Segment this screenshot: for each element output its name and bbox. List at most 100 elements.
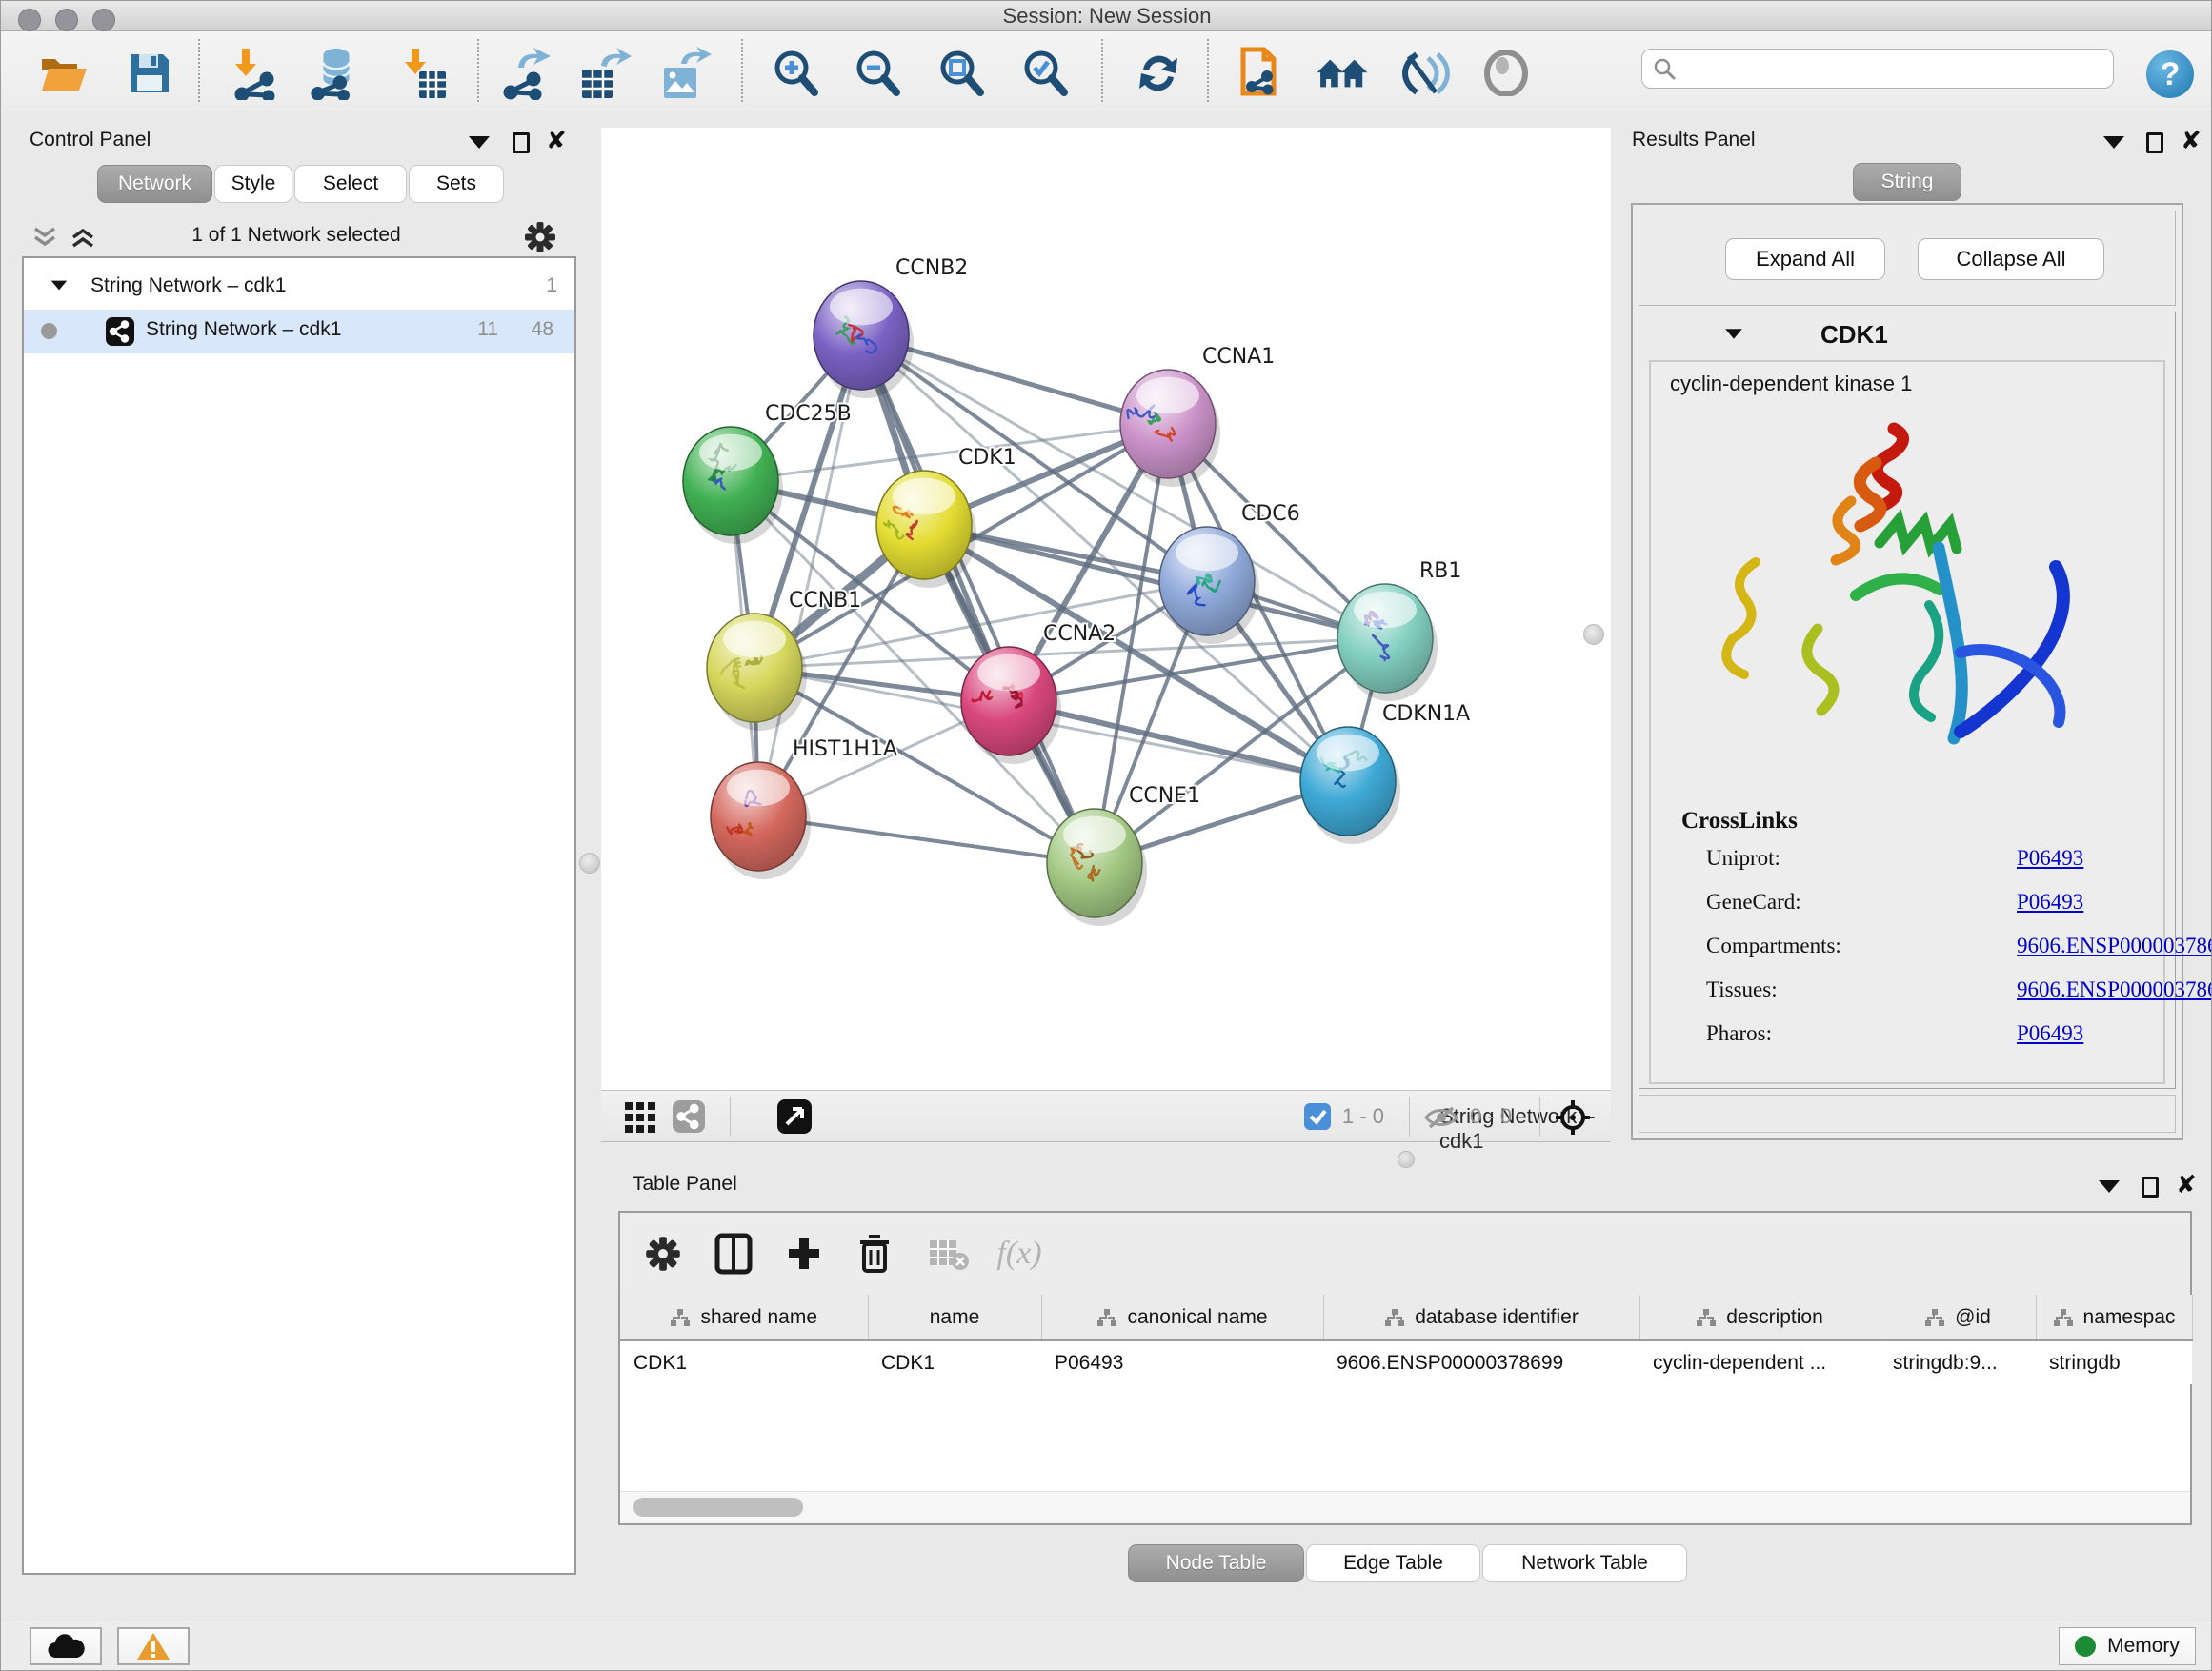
hidden-eye-icon[interactable] [1422, 1104, 1460, 1131]
table-settings-button[interactable] [637, 1228, 689, 1279]
gene-expander-icon[interactable] [1725, 329, 1742, 338]
tab-style[interactable]: Style [214, 165, 292, 203]
double-home-icon [1316, 51, 1369, 95]
results-panel-menu-icon[interactable] [2103, 136, 2124, 149]
export-table-button[interactable] [578, 47, 632, 100]
clone-network-button[interactable] [1234, 47, 1287, 100]
cloud-status-button[interactable] [30, 1627, 102, 1665]
fit-selected-crosshair-icon[interactable] [1554, 1098, 1592, 1137]
warnings-button[interactable] [117, 1627, 190, 1665]
column-header[interactable]: database identifier [1323, 1295, 1639, 1340]
crosslink-label: Compartments: [1706, 934, 1841, 957]
import-network-from-file-button[interactable] [228, 47, 281, 100]
network-row-selected[interactable]: String Network – cdk1 11 48 [24, 310, 574, 353]
hide-glasses-button[interactable] [1399, 47, 1453, 100]
gene-entry-body: cyclin-dependent kinase 1 [1649, 360, 2165, 1084]
export-network-button[interactable] [498, 47, 552, 100]
column-scope-icon [1384, 1308, 1405, 1327]
column-header[interactable]: shared name [620, 1295, 868, 1340]
table-panel-close-icon[interactable]: ✘ [2176, 1175, 2197, 1196]
control-panel-close-icon[interactable]: ✘ [546, 131, 567, 151]
grid-view-icon[interactable] [625, 1102, 657, 1133]
selected-node-edge-count: 1 - 0 [1342, 1104, 1384, 1129]
tab-sets[interactable]: Sets [409, 165, 504, 203]
column-header[interactable]: description [1639, 1295, 1880, 1340]
export-image-button[interactable] [658, 47, 712, 100]
column-header[interactable]: name [868, 1295, 1041, 1340]
column-header[interactable]: @id [1880, 1295, 2036, 1340]
control-panel-float-icon[interactable] [513, 132, 530, 153]
import-table-icon [400, 47, 448, 100]
crosslink-link[interactable]: 9606.ENSP00000378699 [2017, 934, 2212, 958]
table-header-row: shared name name canonical name database… [620, 1295, 2192, 1340]
delete-column-button[interactable] [849, 1228, 900, 1279]
zoom-selected-button[interactable] [1018, 47, 1072, 100]
memory-status-button[interactable]: Memory [2059, 1627, 2196, 1665]
zoom-in-button[interactable] [769, 47, 822, 100]
network-list: String Network – cdk1 1 String Network –… [22, 256, 576, 1575]
show-columns-button[interactable] [708, 1228, 759, 1279]
network-edge[interactable] [861, 335, 1095, 863]
refresh-button[interactable] [1132, 47, 1185, 100]
zoom-out-button[interactable] [851, 47, 904, 100]
crosslink-link[interactable]: P06493 [2017, 1021, 2083, 1046]
collapse-all-button[interactable]: Collapse All [1918, 238, 2104, 280]
results-panel-float-icon[interactable] [2146, 132, 2163, 153]
tab-select[interactable]: Select [294, 165, 407, 203]
expand-all-button[interactable]: Expand All [1725, 238, 1885, 280]
tab-string[interactable]: String [1853, 163, 1961, 201]
open-session-button[interactable] [37, 47, 90, 100]
zoom-fit-button[interactable] [935, 47, 988, 100]
column-header[interactable]: canonical name [1041, 1295, 1323, 1340]
network-collection-row[interactable]: String Network – cdk1 1 [24, 266, 574, 310]
table-panel-menu-icon[interactable] [2099, 1180, 2120, 1193]
tab-node-table[interactable]: Node Table [1128, 1544, 1304, 1582]
birds-eye-view-icon[interactable] [777, 1099, 812, 1134]
right-splitter-handle[interactable] [1583, 624, 1604, 645]
gear-icon[interactable] [523, 220, 557, 254]
control-panel-menu-icon[interactable] [469, 136, 490, 149]
window-title: Session: New Session [1, 4, 2212, 29]
tab-network-table[interactable]: Network Table [1482, 1544, 1687, 1582]
scrollbar-thumb[interactable] [633, 1498, 803, 1517]
node-gloss [1317, 735, 1379, 772]
table-row[interactable]: CDK1 CDK1 P06493 9606.ENSP00000378699 cy… [620, 1340, 2192, 1384]
create-column-button[interactable] [778, 1228, 830, 1279]
crosslink-link[interactable]: P06493 [2017, 890, 2083, 915]
warning-icon [136, 1631, 171, 1661]
crosslink-link[interactable]: P06493 [2017, 846, 2083, 871]
table-panel-float-icon[interactable] [2142, 1177, 2159, 1198]
crosslink-link[interactable]: 9606.ENSP00000378699 [2017, 977, 2212, 1002]
column-header[interactable]: namespac [2036, 1295, 2192, 1340]
collection-expander-icon[interactable] [51, 281, 68, 291]
gear-icon [644, 1235, 682, 1273]
gene-description: cyclin-dependent kinase 1 [1670, 372, 1912, 396]
search-field[interactable] [1641, 49, 2114, 89]
node-table: shared name name canonical name database… [620, 1295, 2193, 1384]
node-gloss [893, 478, 955, 515]
left-splitter-handle[interactable] [579, 853, 600, 874]
table-horizontal-scrollbar[interactable] [620, 1491, 2190, 1523]
import-table-from-file-button[interactable] [397, 47, 451, 100]
network-graph[interactable]: CCNB2CCNA1CDC25BCDK1CDC6RB1CCNB1CCNA2CDK… [601, 128, 1611, 1090]
selected-checkbox-icon[interactable] [1304, 1103, 1331, 1130]
results-panel-close-icon[interactable]: ✘ [2181, 131, 2202, 151]
glasses-wave-icon [1399, 50, 1453, 96]
titlebar: Session: New Session [1, 1, 2212, 31]
eye-sphere-button[interactable] [1479, 47, 1533, 100]
columns-icon [714, 1233, 753, 1275]
tab-edge-table[interactable]: Edge Table [1306, 1544, 1480, 1582]
import-network-from-database-button[interactable] [309, 47, 362, 100]
network-view-canvas[interactable]: CCNB2CCNA1CDC25BCDK1CDC6RB1CCNB1CCNA2CDK… [601, 128, 1611, 1090]
results-scrollbar-track[interactable] [1639, 1095, 2176, 1133]
save-floppy-icon [128, 51, 171, 95]
crosslink-label: Pharos: [1706, 1021, 1772, 1045]
home-view-button[interactable] [1316, 47, 1369, 100]
tab-network[interactable]: Network [97, 165, 212, 203]
search-input[interactable] [1677, 58, 2096, 80]
network-share-view-icon[interactable] [673, 1100, 705, 1133]
save-session-button[interactable] [123, 47, 176, 100]
gene-entry-header[interactable]: CDK1 [1639, 312, 2175, 356]
table-toolbar: f(x) [620, 1213, 2190, 1295]
help-button[interactable]: ? [2146, 50, 2194, 98]
